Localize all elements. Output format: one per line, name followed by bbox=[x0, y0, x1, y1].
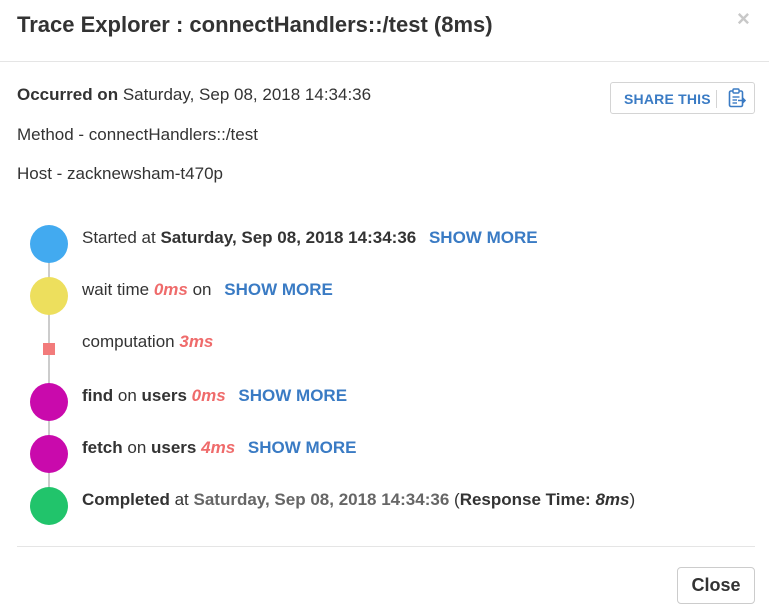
close-icon[interactable]: × bbox=[737, 7, 750, 31]
response-time-value: 8ms bbox=[595, 490, 630, 509]
event-wait-time: wait time 0ms on SHOW MORE bbox=[82, 279, 333, 301]
fetch-on: on bbox=[127, 438, 147, 457]
wait-suffix: on bbox=[192, 280, 212, 299]
started-date: Saturday, Sep 08, 2018 14:34:36 bbox=[160, 228, 417, 247]
clipboard-icon bbox=[728, 88, 746, 108]
show-more-wait-link[interactable]: SHOW MORE bbox=[224, 280, 333, 299]
computation-duration: 3ms bbox=[179, 332, 214, 351]
show-more-fetch-link[interactable]: SHOW MORE bbox=[248, 438, 357, 457]
share-this-button[interactable]: SHARE THIS bbox=[610, 82, 755, 114]
show-more-started-link[interactable]: SHOW MORE bbox=[429, 228, 538, 247]
fetch-op: fetch bbox=[82, 438, 123, 457]
wait-time-dot bbox=[30, 277, 68, 315]
event-completed: Completed at Saturday, Sep 08, 2018 14:3… bbox=[82, 489, 635, 511]
occurred-value: Saturday, Sep 08, 2018 14:34:36 bbox=[122, 85, 372, 104]
find-on: on bbox=[117, 386, 137, 405]
event-fetch: fetch on users 4ms SHOW MORE bbox=[82, 437, 357, 459]
completed-date: Saturday, Sep 08, 2018 14:34:36 bbox=[193, 490, 450, 509]
show-more-find-link[interactable]: SHOW MORE bbox=[238, 386, 347, 405]
modal-title: Trace Explorer : connectHandlers::/test … bbox=[17, 12, 493, 37]
completed-at: at bbox=[174, 490, 189, 509]
occurred-on-line: Occurred on Saturday, Sep 08, 2018 14:34… bbox=[17, 84, 371, 106]
modal-header: Trace Explorer : connectHandlers::/test … bbox=[0, 0, 769, 62]
started-dot bbox=[30, 225, 68, 263]
share-separator bbox=[716, 90, 717, 108]
find-dot bbox=[30, 383, 68, 421]
started-prefix: Started at bbox=[82, 228, 156, 247]
wait-prefix: wait time bbox=[82, 280, 150, 299]
event-computation: computation 3ms bbox=[82, 331, 213, 353]
find-op: find bbox=[82, 386, 114, 405]
occurred-label: Occurred on bbox=[17, 85, 119, 104]
computation-marker bbox=[43, 343, 55, 355]
host-line: Host - zacknewsham-t470p bbox=[17, 164, 223, 183]
fetch-dot bbox=[30, 435, 68, 473]
completed-close-paren: ) bbox=[629, 490, 636, 509]
find-duration: 0ms bbox=[191, 386, 226, 405]
wait-duration: 0ms bbox=[153, 280, 188, 299]
completed-label: Completed bbox=[82, 490, 170, 509]
close-button[interactable]: Close bbox=[677, 567, 755, 604]
method-line: Method - connectHandlers::/test bbox=[17, 125, 258, 144]
computation-prefix: computation bbox=[82, 332, 175, 351]
fetch-collection: users bbox=[151, 438, 197, 457]
event-started: Started at Saturday, Sep 08, 2018 14:34:… bbox=[82, 227, 538, 249]
footer-divider bbox=[17, 546, 755, 547]
find-collection: users bbox=[141, 386, 187, 405]
fetch-duration: 4ms bbox=[201, 438, 236, 457]
completed-dot bbox=[30, 487, 68, 525]
event-find: find on users 0ms SHOW MORE bbox=[82, 385, 347, 407]
share-this-label: SHARE THIS bbox=[624, 91, 711, 107]
response-time-label: Response Time: bbox=[459, 490, 591, 509]
